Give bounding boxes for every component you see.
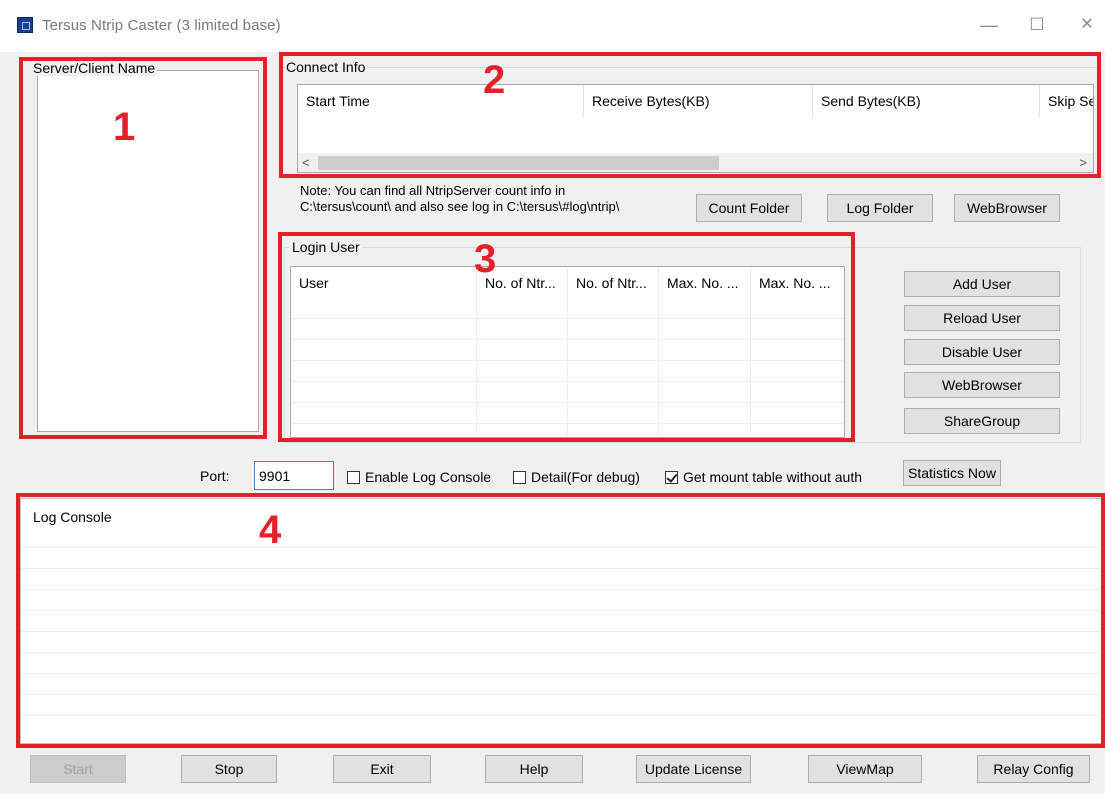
log-line	[21, 652, 1101, 653]
log-console-area[interactable]: Log Console	[20, 498, 1102, 744]
log-folder-button[interactable]: Log Folder	[827, 194, 933, 222]
log-line	[21, 631, 1101, 632]
log-line	[21, 715, 1101, 716]
checkbox-icon[interactable]	[347, 470, 360, 484]
count-folder-button[interactable]: Count Folder	[696, 194, 802, 222]
column-header[interactable]: Receive Bytes(KB)	[584, 85, 812, 117]
server-client-label: Server/Client Name	[31, 60, 158, 76]
stop-button[interactable]: Stop	[181, 755, 277, 783]
viewmap-button[interactable]: ViewMap	[808, 755, 922, 783]
add-user-button[interactable]: Add User	[904, 271, 1060, 297]
mount-table-checkbox[interactable]: Get mount table without auth	[665, 469, 862, 485]
log-line	[21, 547, 1101, 548]
grid-line	[750, 267, 751, 437]
log-line	[21, 568, 1101, 569]
grid-line	[476, 267, 477, 437]
checkbox-checked-icon[interactable]	[665, 470, 678, 484]
connect-info-label: Connect Info	[284, 59, 368, 75]
log-line	[21, 673, 1101, 674]
note-line-2: C:\tersus\count\ and also see log in C:\…	[300, 199, 620, 214]
maximize-icon[interactable]: ☐	[1026, 14, 1048, 36]
window-title: Tersus Ntrip Caster (3 limited base)	[42, 17, 281, 34]
sharegroup-button[interactable]: ShareGroup	[904, 408, 1060, 434]
horizontal-scrollbar[interactable]: < >	[298, 153, 1093, 172]
column-header[interactable]: Skip Se	[1040, 85, 1093, 117]
enable-log-console-checkbox[interactable]: Enable Log Console	[347, 469, 491, 485]
note-line-1: Note: You can find all NtripServer count…	[300, 183, 566, 198]
update-license-button[interactable]: Update License	[636, 755, 751, 783]
grid-line	[291, 360, 844, 361]
app-icon	[17, 17, 33, 33]
detail-debug-checkbox[interactable]: Detail(For debug)	[513, 469, 640, 485]
webbrowser-folder-button[interactable]: WebBrowser	[954, 194, 1060, 222]
grid-line	[658, 267, 659, 437]
reload-user-button[interactable]: Reload User	[904, 305, 1060, 331]
checkbox-label: Detail(For debug)	[531, 469, 640, 485]
disable-user-button[interactable]: Disable User	[904, 339, 1060, 365]
grid-line	[291, 339, 844, 340]
log-line	[21, 610, 1101, 611]
scroll-right-icon[interactable]: >	[1079, 155, 1087, 170]
grid-line	[291, 402, 844, 403]
annotation-number-2: 2	[483, 58, 506, 102]
scroll-left-icon[interactable]: <	[302, 155, 310, 170]
column-header[interactable]: Start Time	[298, 85, 583, 117]
column-header[interactable]: Max. No. ...	[751, 267, 843, 299]
annotation-number-3: 3	[474, 237, 497, 281]
column-header[interactable]: Max. No. ...	[659, 267, 751, 299]
exit-button[interactable]: Exit	[333, 755, 431, 783]
main-window: Server/Client Name Connect Info Start Ti…	[0, 52, 1105, 794]
checkbox-label: Enable Log Console	[365, 469, 492, 485]
scrollbar-thumb[interactable]	[318, 156, 719, 170]
checkbox-icon[interactable]	[513, 470, 526, 484]
log-console-label: Log Console	[33, 509, 112, 525]
port-label: Port:	[200, 468, 230, 484]
checkbox-label: Get mount table without auth	[683, 469, 862, 485]
connect-info-frame	[281, 67, 1099, 68]
minimize-icon[interactable]: —	[978, 14, 1000, 36]
relay-config-button[interactable]: Relay Config	[977, 755, 1090, 783]
grid-line	[291, 318, 844, 319]
help-button[interactable]: Help	[485, 755, 583, 783]
annotation-number-1: 1	[113, 105, 136, 149]
webbrowser-button[interactable]: WebBrowser	[904, 372, 1060, 398]
log-line	[21, 589, 1101, 590]
column-header[interactable]: No. of Ntr...	[568, 267, 659, 299]
grid-line	[291, 423, 844, 424]
login-user-table[interactable]: User No. of Ntr... No. of Ntr... Max. No…	[290, 266, 845, 438]
server-client-list[interactable]	[37, 70, 259, 432]
title-bar: Tersus Ntrip Caster (3 limited base) — ☐…	[0, 0, 1105, 52]
grid-line	[291, 381, 844, 382]
grid-line	[567, 267, 568, 437]
statistics-now-button[interactable]: Statistics Now	[903, 460, 1001, 486]
column-header[interactable]: Send Bytes(KB)	[813, 85, 1039, 117]
port-input[interactable]	[254, 461, 334, 490]
login-user-label: Login User	[290, 239, 362, 255]
start-button[interactable]: Start	[30, 755, 126, 783]
close-icon[interactable]: ✕	[1076, 14, 1098, 36]
log-line	[21, 694, 1101, 695]
column-header[interactable]: User	[291, 267, 477, 299]
annotation-number-4: 4	[259, 508, 282, 552]
connect-info-table[interactable]: Start Time Receive Bytes(KB) Send Bytes(…	[297, 84, 1094, 173]
